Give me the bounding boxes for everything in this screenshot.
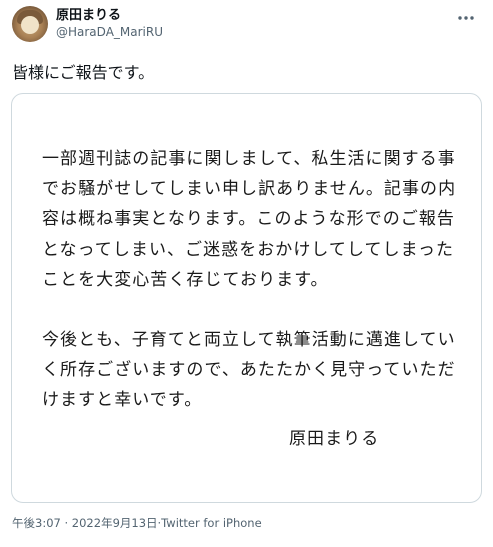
meta-separator: · [60, 516, 72, 530]
more-horizontal-icon [458, 16, 474, 20]
tweet-timestamp-date[interactable]: 2022年9月13日 [72, 516, 158, 530]
statement-paragraph-2: 今後とも、子育てと両立して執筆活動に邁進していく所存ございますので、あたたかく見… [42, 330, 456, 411]
author-display-name[interactable]: 原田まりる [56, 8, 121, 24]
tweet-source[interactable]: Twitter for iPhone [161, 516, 262, 530]
more-button[interactable] [453, 8, 479, 28]
tweet-text: 皆様にご報告です。 [12, 63, 155, 82]
statement-paragraph-1: 一部週刊誌の記事に関しまして、私生活に関する事でお騒がせしてしまい申し訳ありませ… [42, 149, 457, 290]
avatar-face [21, 16, 39, 34]
statement-body: 一部週刊誌の記事に関しまして、私生活に関する事でお騒がせしてしまい申し訳ありませ… [42, 144, 462, 416]
avatar[interactable] [12, 6, 48, 42]
tweet-timestamp-time[interactable]: 午後3:07 [12, 516, 61, 530]
statement-signature: 原田まりる [289, 429, 380, 449]
tweet-meta: 午後3:07 · 2022年9月13日·Twitter for iPhone [12, 515, 262, 531]
attached-image-card[interactable]: 一部週刊誌の記事に関しまして、私生活に関する事でお騒がせしてしまい申し訳ありませ… [11, 93, 482, 503]
tweet: 原田まりる @HaraDA_MariRU 皆様にご報告です。 一部週刊誌の記事に… [0, 0, 493, 547]
author-handle[interactable]: @HaraDA_MariRU [56, 25, 163, 40]
